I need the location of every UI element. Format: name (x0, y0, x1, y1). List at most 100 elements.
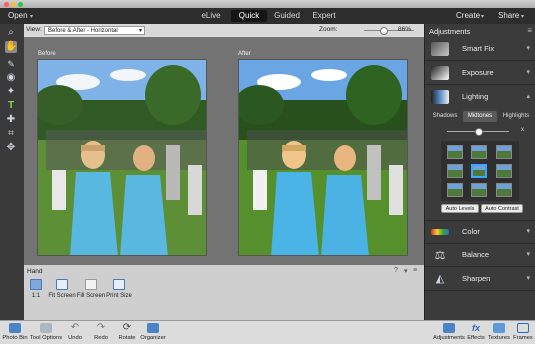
adjustments-button[interactable]: Adjustments (432, 323, 466, 341)
tool-panel: ⌕ ✋ ✎ ◉ ✦ T ✚ ⌗ ✥ (0, 24, 25, 320)
mode-tab-elive[interactable]: eLive (194, 10, 228, 22)
variation-thumbnail[interactable] (447, 183, 463, 197)
balance-scale-icon: ⚖ (434, 248, 446, 262)
lighting-label: Lighting (462, 92, 489, 101)
undo-button[interactable]: ↶ Undo (65, 322, 85, 342)
balance-label: Balance (462, 250, 490, 259)
variation-thumbnail[interactable] (496, 164, 512, 178)
help-icon[interactable]: ? (394, 267, 398, 274)
open-dropdown-icon[interactable]: ▾ (30, 13, 33, 20)
auto-levels-button[interactable]: Auto Levels (441, 204, 479, 213)
close-window-icon[interactable] (4, 1, 9, 7)
color-label: Color (462, 227, 480, 236)
variation-thumbnail[interactable] (447, 145, 463, 159)
view-label: View: (26, 26, 42, 33)
redo-icon: ↷ (96, 322, 106, 333)
zoom-value: 86% (398, 26, 412, 33)
lighting-icon (431, 90, 449, 104)
bottom-taskbar: Photo Bin Tool Options ↶ Undo ↷ Redo ⟳ R… (0, 320, 535, 344)
redo-label: Redo (94, 335, 108, 341)
mode-tab-expert[interactable]: Expert (307, 10, 341, 22)
textures-button[interactable]: Textures (487, 323, 511, 341)
adjustment-balance[interactable]: ⚖ Balance ▾ (425, 244, 535, 267)
chevron-down-icon: ▾ (138, 27, 142, 34)
red-eye-tool-icon[interactable]: ◉ (5, 72, 17, 84)
photo-canvas[interactable]: Before After (24, 37, 424, 265)
color-icon (431, 229, 449, 235)
chevron-down-icon: ▾ (526, 45, 530, 52)
fit-screen-option[interactable]: Fit Screen (48, 279, 76, 299)
effects-button[interactable]: fx Effects (466, 323, 486, 341)
redo-button[interactable]: ↷ Redo (91, 322, 111, 342)
variation-thumbnail[interactable] (471, 183, 487, 197)
adjustment-sharpen[interactable]: ◭ Sharpen ▾ (425, 268, 535, 291)
adjustment-color[interactable]: Color ▾ (425, 220, 535, 244)
sharpen-label: Sharpen (462, 274, 491, 283)
type-tool-icon[interactable]: T (5, 100, 17, 112)
window-title-bar (0, 0, 535, 8)
variation-thumbnail[interactable] (496, 145, 512, 159)
tool-options-button[interactable]: Tool Options (29, 323, 63, 341)
move-tool-icon[interactable]: ✥ (5, 142, 17, 154)
textures-label: Textures (488, 335, 510, 341)
hand-tool-icon[interactable]: ✋ (5, 41, 17, 53)
zoom-slider-handle[interactable] (380, 27, 388, 35)
one-to-one-option[interactable]: 1:1 (27, 279, 45, 299)
organizer-icon (147, 323, 159, 333)
undo-label: Undo (68, 335, 82, 341)
fit-screen-label: Fit Screen (48, 293, 76, 299)
subtab-highlights[interactable]: Highlights (499, 111, 533, 122)
whiten-teeth-tool-icon[interactable]: ✦ (5, 86, 17, 98)
fit-screen-icon (56, 279, 68, 290)
variation-thumbnail-selected[interactable] (471, 164, 487, 178)
top-toolbar: Open ▾ eLive Quick Guided Expert Create … (0, 8, 535, 25)
mode-tab-guided[interactable]: Guided (269, 10, 305, 22)
spot-healing-tool-icon[interactable]: ✚ (5, 114, 17, 126)
print-size-option[interactable]: Print Size (106, 279, 132, 299)
variation-thumbnail[interactable] (496, 183, 512, 197)
organizer-label: Organizer (140, 335, 166, 341)
panel-menu-icon[interactable]: ≡ (413, 267, 417, 274)
quick-selection-tool-icon[interactable]: ✎ (5, 58, 17, 70)
adjustment-smart-fix[interactable]: Smart Fix ▾ (425, 38, 535, 61)
subtab-midtones[interactable]: Midtones (463, 111, 497, 122)
fill-screen-label: Fill Screen (76, 293, 106, 299)
panel-menu-icon[interactable]: ≡ (527, 26, 532, 35)
create-dropdown-icon[interactable]: ▾ (481, 13, 484, 20)
before-photo (37, 59, 207, 256)
variation-thumbnails (441, 141, 519, 201)
minimize-window-icon[interactable] (11, 1, 16, 7)
view-select[interactable]: Before & After - Horizontal ▾ (44, 25, 145, 35)
share-button[interactable]: Share (498, 11, 519, 20)
crop-tool-icon[interactable]: ⌗ (5, 128, 17, 140)
midtones-slider-handle[interactable] (475, 128, 483, 136)
subtab-shadows[interactable]: Shadows (429, 111, 461, 122)
sharpen-icon: ◭ (435, 273, 445, 285)
adjustments-title: Adjustments (429, 27, 471, 36)
mode-tab-quick[interactable]: Quick (231, 10, 267, 22)
one-to-one-icon (30, 279, 42, 290)
fill-screen-icon (85, 279, 97, 290)
variation-thumbnail[interactable] (447, 164, 463, 178)
rotate-label: Rotate (118, 335, 136, 341)
zoom-tool-icon[interactable]: ⌕ (5, 27, 17, 39)
reset-slider-button[interactable]: x (521, 127, 524, 133)
adjustment-lighting[interactable]: Lighting ▴ (425, 86, 535, 108)
create-button[interactable]: Create (456, 11, 480, 20)
photo-bin-label: Photo Bin (2, 335, 28, 341)
share-dropdown-icon[interactable]: ▾ (521, 13, 524, 20)
auto-contrast-button[interactable]: Auto Contrast (481, 204, 523, 213)
zoom-window-icon[interactable] (18, 1, 23, 7)
organizer-button[interactable]: Organizer (140, 323, 166, 341)
options-menu-icon[interactable]: ▾ (404, 267, 408, 275)
open-button[interactable]: Open (8, 11, 28, 20)
photo-bin-button[interactable]: Photo Bin (2, 323, 28, 341)
frames-label: Frames (513, 335, 533, 341)
adjustment-exposure[interactable]: Exposure ▾ (425, 62, 535, 85)
fill-screen-option[interactable]: Fill Screen (76, 279, 106, 299)
tool-options-icon (40, 323, 52, 333)
variation-thumbnail[interactable] (471, 145, 487, 159)
rotate-button[interactable]: ⟳ Rotate (116, 323, 138, 342)
undo-icon: ↶ (70, 322, 80, 333)
frames-button[interactable]: Frames (512, 323, 534, 341)
